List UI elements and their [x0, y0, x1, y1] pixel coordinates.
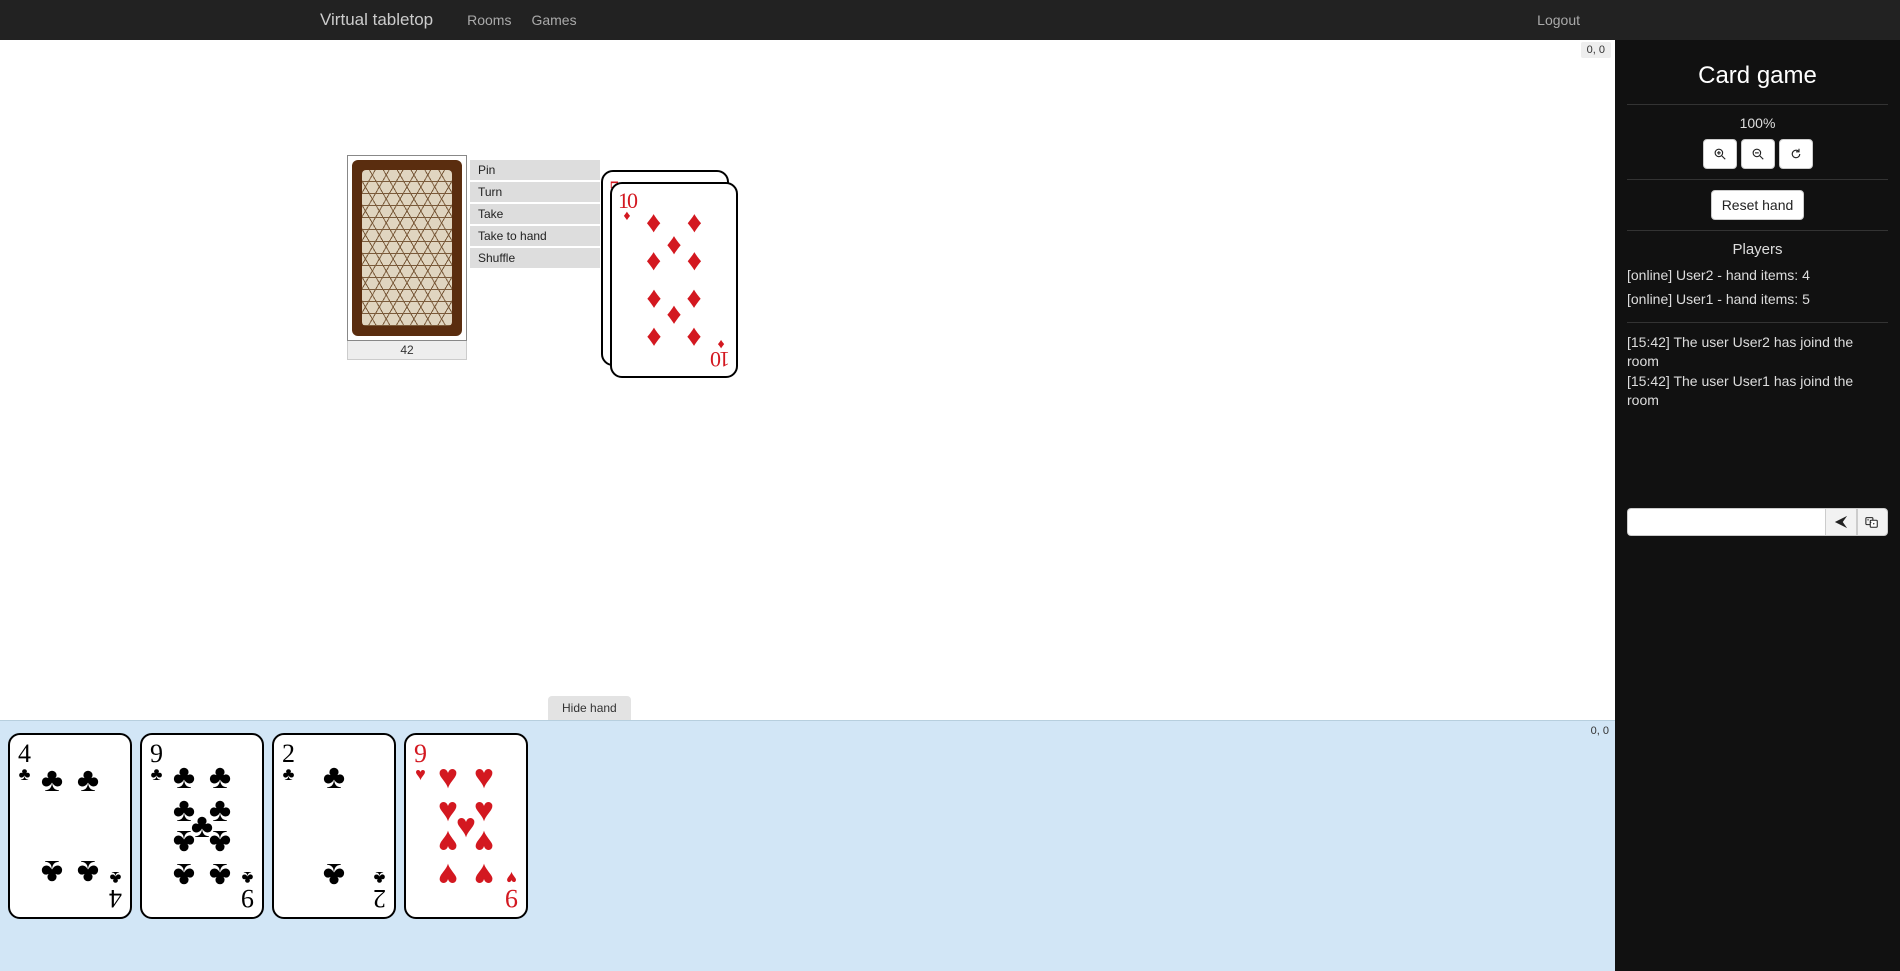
ctx-pin[interactable]: Pin	[470, 160, 600, 180]
hand-card[interactable]: 2♣2♣♣♣	[272, 733, 396, 919]
zoom-in-button[interactable]	[1703, 139, 1737, 169]
ctx-take[interactable]: Take	[470, 204, 600, 224]
reload-icon	[1790, 147, 1802, 161]
divider	[1627, 322, 1888, 323]
divider	[1627, 230, 1888, 231]
nav-logout[interactable]: Logout	[1537, 12, 1580, 28]
hand-card[interactable]: 4♣4♣♣♣♣♣	[8, 733, 132, 919]
divider	[1627, 104, 1888, 105]
divider	[1627, 179, 1888, 180]
room-title: Card game	[1627, 62, 1888, 90]
chat-send-button[interactable]	[1825, 508, 1857, 536]
zoom-out-button[interactable]	[1741, 139, 1775, 169]
hand-card[interactable]: 9♥9♥♥♥♥♥♥♥♥♥♥	[404, 733, 528, 919]
chat-line: [15:42] The user User2 has joind the roo…	[1627, 333, 1888, 372]
ctx-turn[interactable]: Turn	[470, 182, 600, 202]
send-icon	[1834, 515, 1848, 529]
chat-line: [15:42] The user User1 has joind the roo…	[1627, 372, 1888, 411]
nav-games[interactable]: Games	[531, 12, 576, 28]
dice-icon	[1865, 515, 1879, 529]
chat-log[interactable]: [15:42] The user User2 has joind the roo…	[1627, 333, 1888, 498]
brand-title[interactable]: Virtual tabletop	[320, 10, 433, 30]
card-back[interactable]	[347, 155, 467, 341]
chat-dice-button[interactable]	[1857, 508, 1889, 536]
right-sidebar: Card game 100% Reset hand Players [onlin…	[1615, 40, 1900, 971]
hand-area[interactable]: 0, 0 4♣4♣♣♣♣♣9♣9♣♣♣♣♣♣♣♣♣♣2♣2♣♣♣9♥9♥♥♥♥♥…	[0, 720, 1615, 971]
deck-count: 42	[347, 341, 467, 360]
players-list[interactable]: [online] User2 - hand items: 4[online] U…	[1627, 264, 1888, 312]
player-row: [online] User1 - hand items: 5	[1627, 288, 1888, 312]
ctx-take-to-hand[interactable]: Take to hand	[470, 226, 600, 246]
reset-hand-button[interactable]: Reset hand	[1711, 190, 1805, 220]
nav-rooms[interactable]: Rooms	[467, 12, 511, 28]
players-header: Players	[1627, 241, 1888, 258]
player-row: [online] User2 - hand items: 4	[1627, 264, 1888, 288]
zoom-out-icon	[1752, 147, 1764, 161]
top-navbar: Virtual tabletop Rooms Games Logout	[0, 0, 1900, 40]
play-area[interactable]: 0, 0 42 Pin Turn Take Take to hand Shuff…	[0, 40, 1615, 971]
play-coord-readout: 0, 0	[1581, 42, 1611, 58]
zoom-in-icon	[1714, 147, 1726, 161]
ctx-shuffle[interactable]: Shuffle	[470, 248, 600, 268]
deck[interactable]: 42	[347, 155, 467, 360]
zoom-label: 100%	[1627, 115, 1888, 131]
deck-context-menu: Pin Turn Take Take to hand Shuffle	[470, 160, 600, 268]
zoom-reset-button[interactable]	[1779, 139, 1813, 169]
hand-card[interactable]: 9♣9♣♣♣♣♣♣♣♣♣♣	[140, 733, 264, 919]
chat-input[interactable]	[1627, 508, 1825, 536]
table-card[interactable]: 10♦10♦♦♦♦♦♦♦♦♦♦♦	[610, 182, 738, 378]
hide-hand-button[interactable]: Hide hand	[548, 696, 631, 720]
hand-coord-readout: 0, 0	[1591, 725, 1609, 737]
